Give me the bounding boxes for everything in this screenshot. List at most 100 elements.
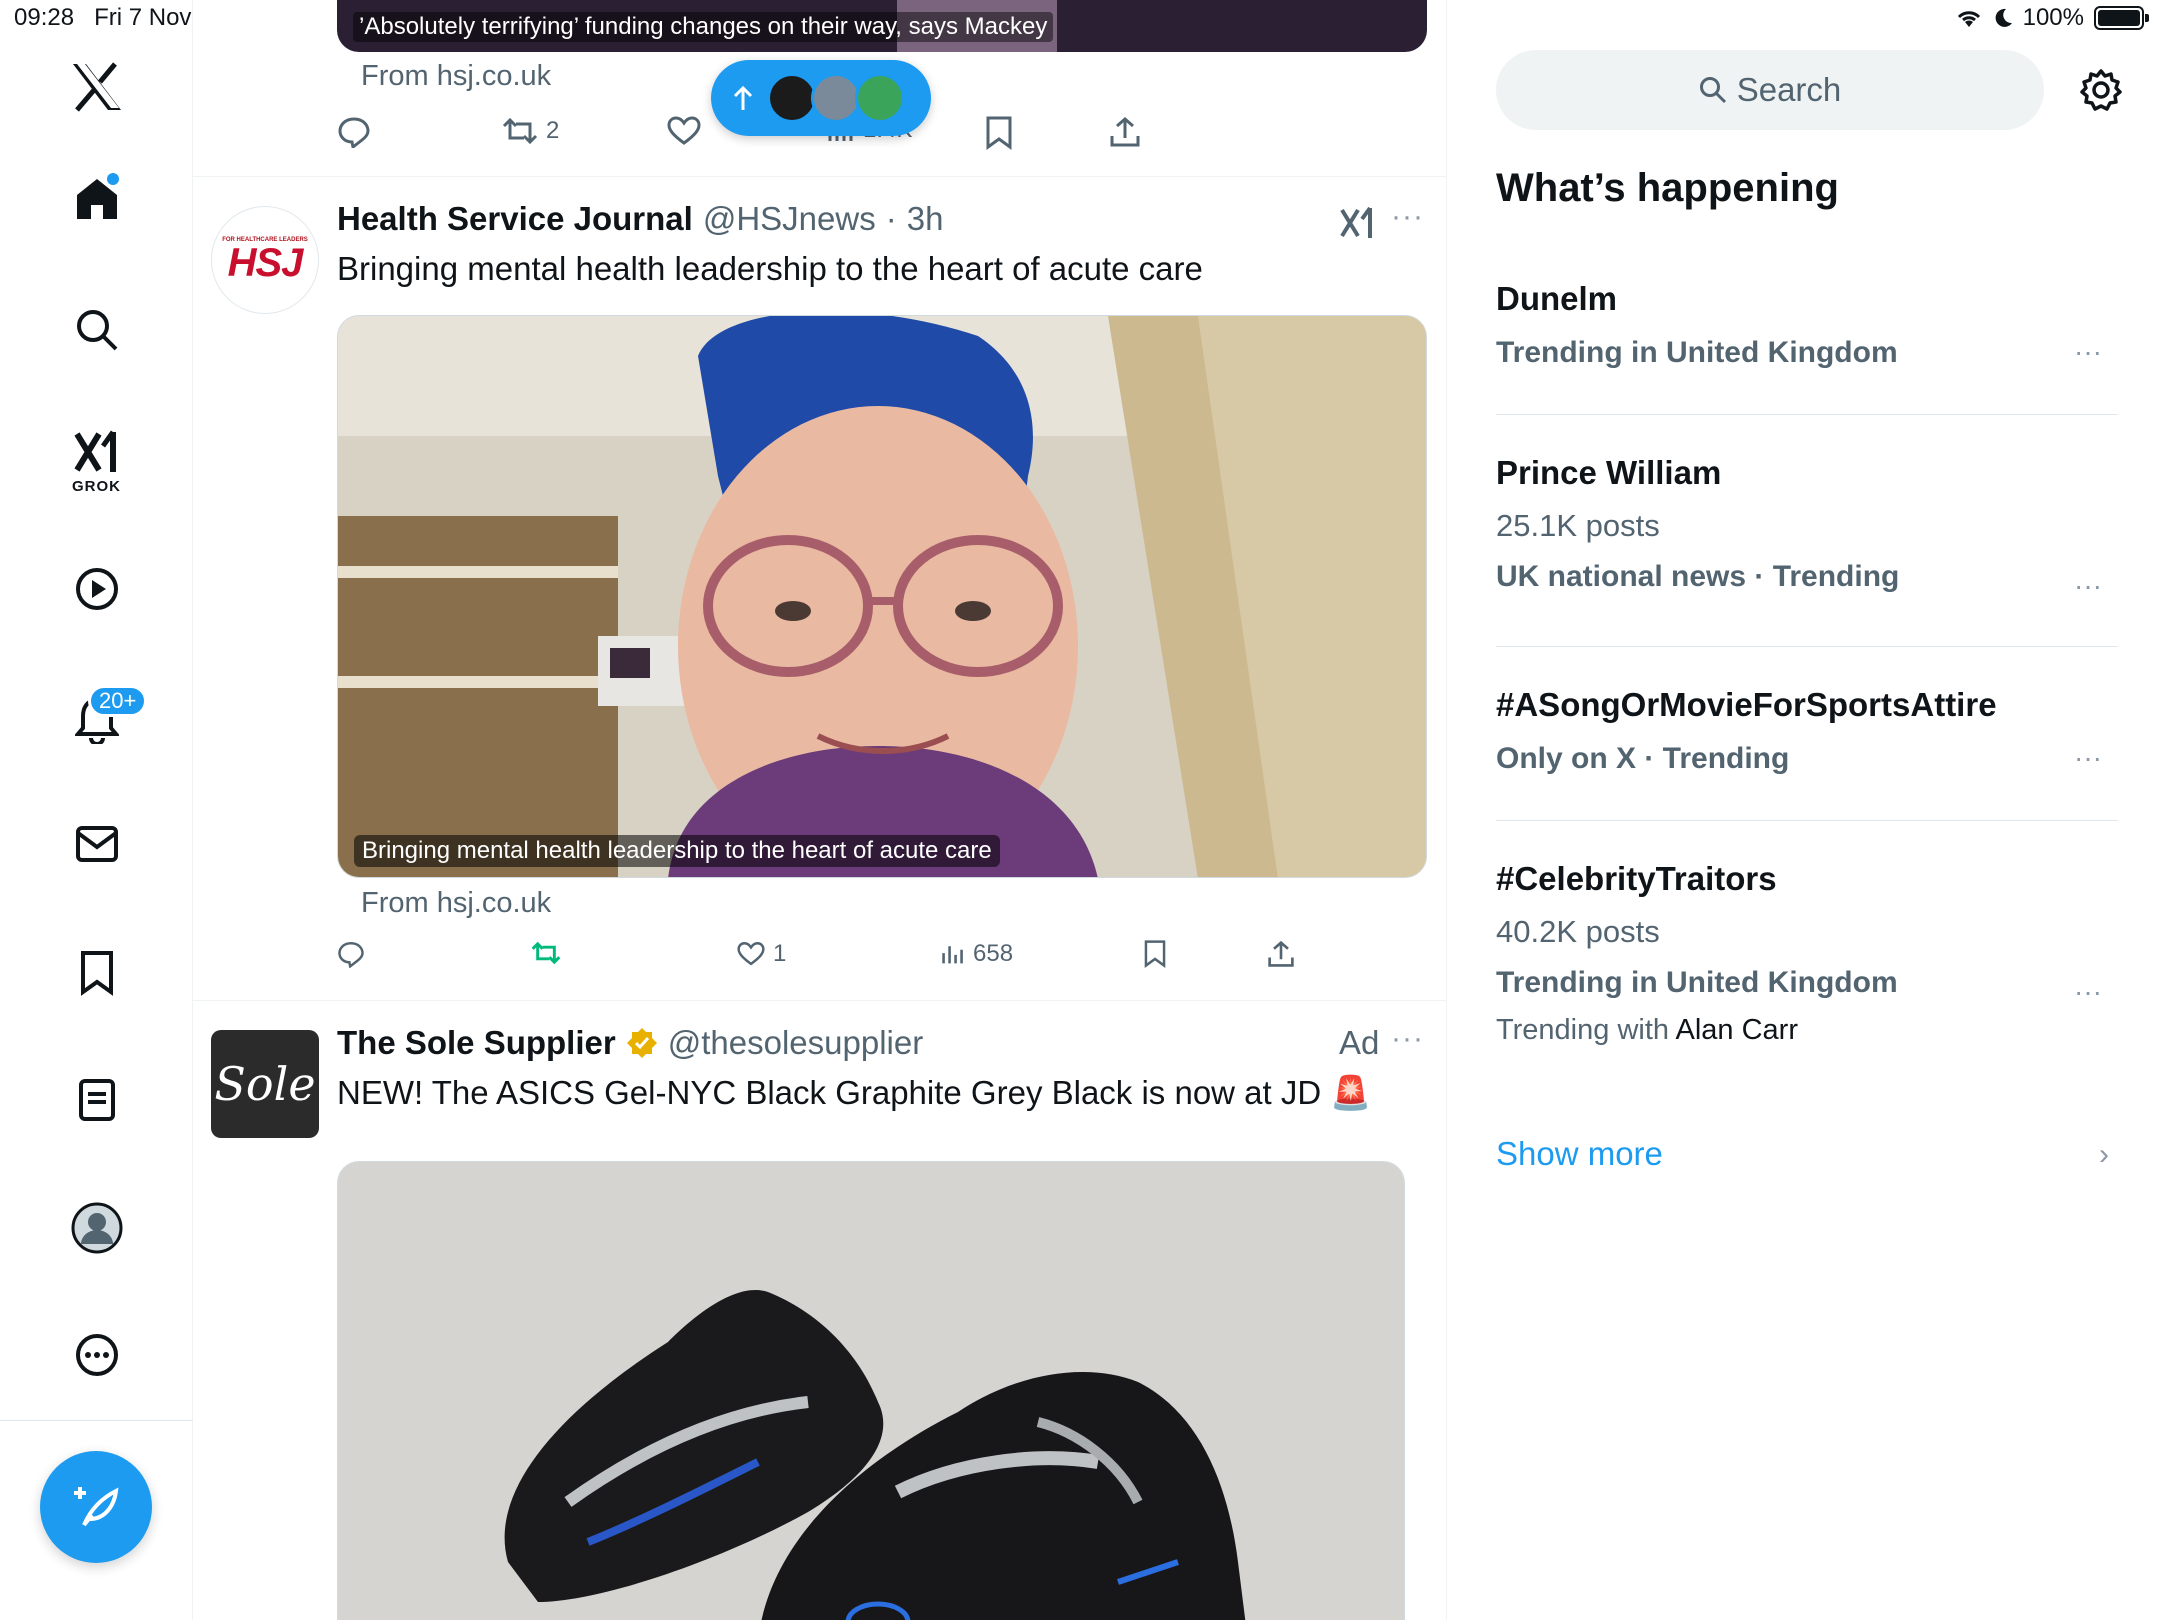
heart-icon (737, 942, 765, 966)
sole-supplier-avatar[interactable]: Sole (211, 1030, 319, 1138)
grok-nav-item[interactable]: GROK (0, 430, 193, 495)
arrow-up-icon (733, 85, 753, 110)
sole-post-header: The Sole Supplier @thesolesupplier (337, 1024, 923, 1062)
separator-dot: · (885, 200, 897, 237)
retweet-button[interactable] (531, 940, 561, 966)
trend-with-prefix: Trending with (1496, 1014, 1670, 1046)
search-placeholder: Search (1736, 71, 1842, 108)
display-name[interactable]: The Sole Supplier (337, 1024, 616, 1062)
bookmark-button[interactable] (1143, 940, 1167, 968)
bookmark-button[interactable] (985, 116, 1013, 150)
post-time[interactable]: 3h (907, 200, 944, 238)
top-post-source-link[interactable]: From hsj.co.uk (361, 60, 551, 93)
trend-more-icon[interactable]: ··· (2074, 976, 2102, 1008)
sneaker-image (338, 1162, 1404, 1620)
trend-divider (1496, 820, 2118, 821)
share-button[interactable] (1267, 940, 1295, 968)
top-post-media-caption: ’Absolutely terrifying’ funding changes … (353, 12, 1054, 42)
post-text: Bringing mental health leadership to the… (337, 250, 1203, 287)
trend-more-icon[interactable]: ··· (2074, 570, 2102, 602)
notifications-badge: 20+ (88, 685, 148, 717)
trend-name: #CelebrityTraitors (1496, 860, 1777, 897)
trend-name: #ASongOrMovieForSportsAttire (1496, 686, 1997, 723)
bookmark-icon (1144, 940, 1166, 968)
search-icon[interactable] (0, 308, 193, 352)
trend-item[interactable]: Prince William 25.1K posts UK national n… (1496, 454, 2118, 601)
whats-happening-title: What’s happening (1496, 166, 1839, 210)
compose-post-button[interactable] (40, 1451, 152, 1563)
handle[interactable]: @HSJnews (703, 200, 876, 238)
retweet-count: 2 (546, 117, 560, 144)
views-bar-icon (942, 946, 963, 964)
left-nav: GROK 20+ (0, 0, 193, 1620)
trend-with: Trending with Alan Carr (1496, 1014, 2118, 1047)
trend-more-icon[interactable]: ··· (2074, 336, 2102, 368)
retweet-button[interactable]: 2 (502, 116, 559, 146)
hsj-media-caption: Bringing mental health leadership to the… (354, 835, 1000, 867)
trend-name: Dunelm (1496, 280, 1618, 317)
trend-more-icon[interactable]: ··· (2074, 742, 2102, 774)
sole-post-media[interactable] (337, 1161, 1405, 1620)
post-more-icon[interactable]: ··· (1391, 200, 1424, 234)
post-text: NEW! The ASICS Gel-NYC Black Graphite Gr… (337, 1074, 1372, 1111)
like-button[interactable]: 1 (737, 940, 786, 968)
right-sidebar: Search What’s happening Dunelm Trending … (1447, 0, 2160, 1620)
settings-gear-icon[interactable] (2079, 68, 2123, 112)
hsj-post-source-link[interactable]: From hsj.co.uk (361, 887, 551, 920)
hsj-media-image (338, 316, 1426, 877)
share-upload-icon (1110, 117, 1140, 147)
trend-item[interactable]: #ASongOrMovieForSportsAttire Only on X ·… (1496, 686, 2118, 776)
profile-avatar-icon[interactable] (0, 1202, 193, 1254)
ad-label: Ad (1339, 1024, 1380, 1061)
trend-post-count: 40.2K posts (1496, 914, 1660, 949)
show-more-link[interactable]: Show more (1496, 1135, 1663, 1173)
like-button[interactable] (667, 116, 701, 146)
reply-button[interactable] (337, 940, 365, 968)
home-icon[interactable] (0, 176, 193, 222)
video-play-icon[interactable] (0, 566, 193, 612)
new-post-avatar (767, 73, 817, 123)
x-logo-icon[interactable] (0, 62, 193, 112)
top-post-media[interactable]: ’Absolutely terrifying’ funding changes … (337, 0, 1427, 52)
trend-meta: Only on X · Trending (1496, 742, 1790, 775)
trend-item[interactable]: Dunelm Trending in United Kingdom ··· (1496, 280, 2118, 370)
new-post-avatar (811, 73, 861, 123)
nav-divider (0, 1420, 193, 1421)
tweet-divider (193, 1000, 1446, 1001)
reply-button[interactable] (337, 116, 371, 148)
search-icon (1699, 77, 1726, 104)
new-posts-pill[interactable] (711, 60, 931, 136)
trend-item[interactable]: #CelebrityTraitors 40.2K posts Trending … (1496, 860, 2118, 1047)
bookmarks-icon[interactable] (0, 950, 193, 996)
hsj-post-media[interactable]: Bringing mental health leadership to the… (337, 315, 1427, 878)
reply-icon (338, 942, 364, 968)
retweet-icon (531, 941, 561, 965)
trend-divider (1496, 646, 2118, 647)
trend-with-name[interactable]: Alan Carr (1675, 1014, 1798, 1046)
trend-meta: UK national news · Trending (1496, 560, 1900, 593)
hsj-avatar-logo-text: HSJ (227, 241, 304, 285)
like-count: 1 (773, 940, 787, 967)
lists-icon[interactable] (0, 1078, 193, 1122)
trend-post-count: 25.1K posts (1496, 508, 1660, 543)
handle[interactable]: @thesolesupplier (668, 1024, 923, 1062)
search-input[interactable]: Search (1496, 50, 2044, 130)
hsj-avatar[interactable]: FOR HEALTHCARE LEADERS HSJ (211, 206, 319, 314)
trend-meta: Trending in United Kingdom (1496, 966, 1898, 999)
share-button[interactable] (1109, 116, 1141, 148)
grok-icon (73, 430, 116, 472)
bookmark-icon (986, 116, 1012, 150)
messages-envelope-icon[interactable] (0, 825, 193, 863)
more-options-icon[interactable] (0, 1332, 193, 1378)
feather-plus-icon (74, 1487, 119, 1527)
timeline: ’Absolutely terrifying’ funding changes … (193, 0, 1447, 1620)
views-button[interactable]: 658 (941, 940, 1013, 968)
reply-icon (338, 117, 370, 148)
display-name[interactable]: Health Service Journal (337, 200, 693, 238)
grok-explain-icon[interactable] (1340, 206, 1374, 240)
grok-label: GROK (72, 478, 121, 495)
trend-divider (1496, 414, 2118, 415)
post-more-icon[interactable]: ··· (1391, 1022, 1424, 1056)
trend-name: Prince William (1496, 454, 1722, 491)
hsj-post-header: Health Service Journal @HSJnews · 3h (337, 200, 943, 238)
